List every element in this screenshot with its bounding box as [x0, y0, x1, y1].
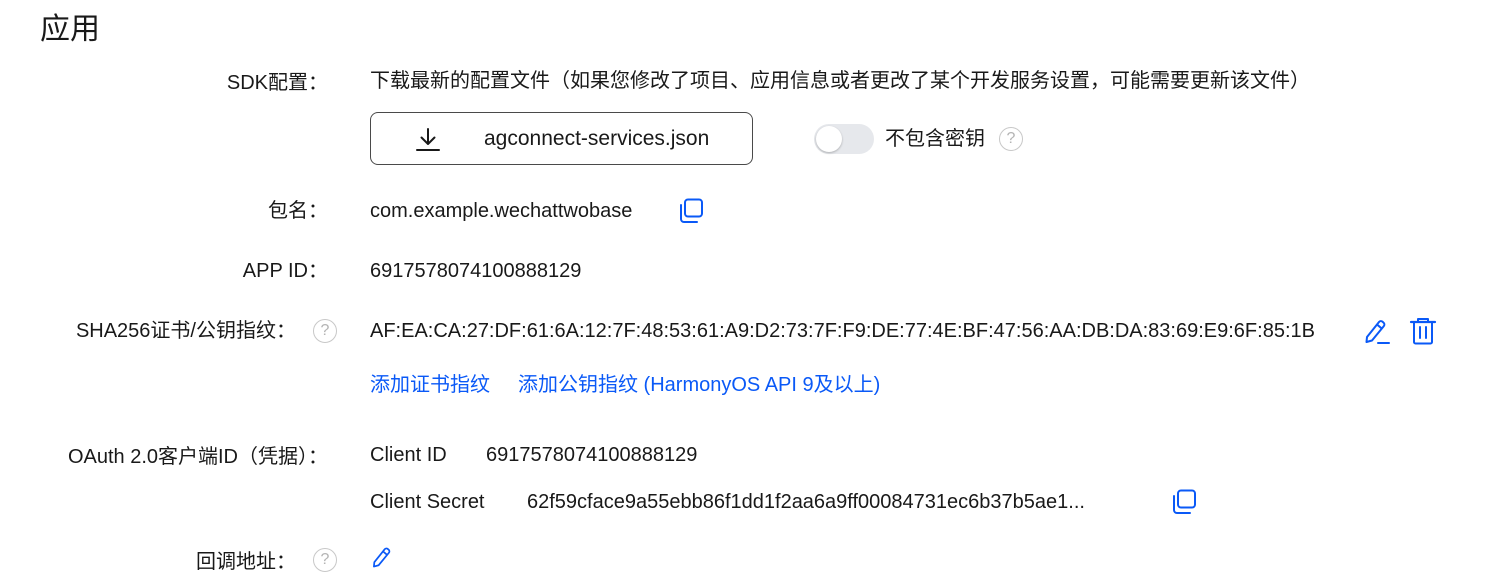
sdk-config-label: SDK配置：	[226, 72, 328, 94]
edit-callback-icon[interactable]	[370, 544, 396, 570]
sha256-label: SHA256证书/公钥指纹：	[75, 320, 296, 342]
sha256-value: AF:EA:CA:27:DF:61:6A:12:7F:48:53:61:A9:D…	[370, 320, 1315, 342]
copy-package-icon[interactable]	[677, 197, 705, 225]
edit-icon[interactable]	[1362, 316, 1392, 346]
client-secret-label: Client Secret	[370, 491, 485, 513]
client-secret-value: 62f59cface9a55ebb86f1dd1f2aa6a9ff0008473…	[527, 491, 1085, 513]
download-filename: agconnect-services.json	[484, 127, 710, 150]
callback-help-icon[interactable]: ?	[313, 548, 337, 572]
callback-url-label: 回调地址：	[196, 551, 296, 573]
exclude-key-help-icon[interactable]: ?	[999, 127, 1023, 151]
trash-icon[interactable]	[1408, 316, 1438, 346]
app-id-value: 6917578074100888129	[370, 260, 582, 282]
download-config-button[interactable]: agconnect-services.json	[370, 112, 753, 165]
sha256-help-icon[interactable]: ?	[313, 319, 337, 343]
download-icon	[414, 126, 442, 154]
package-name-value: com.example.wechattwobase	[370, 200, 633, 222]
add-pubkey-fingerprint-link[interactable]: 添加公钥指纹 (HarmonyOS API 9及以上)	[518, 371, 880, 399]
client-id-value: 6917578074100888129	[486, 444, 698, 466]
add-cert-fingerprint-link[interactable]: 添加证书指纹	[370, 371, 490, 399]
section-title: 应用	[40, 13, 100, 46]
exclude-key-label: 不包含密钥	[885, 128, 985, 150]
exclude-key-toggle[interactable]	[814, 124, 874, 154]
app-id-label: APP ID：	[242, 260, 328, 282]
package-name-label: 包名：	[268, 200, 328, 222]
toggle-knob	[816, 126, 842, 152]
oauth-client-label: OAuth 2.0客户端ID（凭据）：	[67, 446, 328, 468]
copy-secret-icon[interactable]	[1170, 488, 1198, 516]
sdk-config-description: 下载最新的配置文件（如果您修改了项目、应用信息或者更改了某个开发服务设置，可能需…	[370, 70, 1310, 92]
client-id-label: Client ID	[370, 444, 447, 466]
